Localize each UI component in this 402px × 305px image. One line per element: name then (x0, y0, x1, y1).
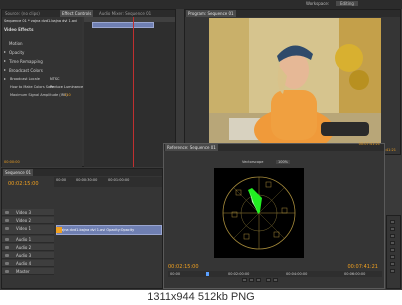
tab-reference[interactable]: Reference: Sequence 01 (165, 144, 218, 151)
reference-timecode-top: 00:07:41:21 (358, 142, 380, 146)
premiere-window: Workspace: Editing Source: (no clips) Ef… (0, 0, 402, 290)
speaker-icon[interactable] (5, 238, 9, 241)
effect-row-opacity[interactable]: Opacity (4, 50, 80, 62)
track-audio-4[interactable]: Audio 4 (2, 260, 54, 267)
pen-tool-icon[interactable] (390, 255, 395, 259)
playhead-line[interactable] (133, 17, 134, 167)
workspace-bar: Workspace: Editing (0, 0, 402, 9)
clip-thumbnail (56, 227, 62, 233)
tab-source[interactable]: Source: (no clips) (3, 10, 42, 17)
track-audio-3[interactable]: Audio 3 (2, 252, 54, 259)
clip-name: Sequence 01 * vajna dvd1.bajna dvl 1.avi (4, 19, 78, 23)
effect-row-motion[interactable]: Motion (4, 41, 80, 53)
eye-icon[interactable] (5, 227, 9, 230)
tools-panel (386, 215, 401, 289)
slip-tool-icon[interactable] (390, 248, 395, 252)
make-safe-value[interactable]: Reduce Luminance (50, 85, 83, 89)
reference-timecode-left: 00:02:15:00 (168, 264, 199, 270)
video-frame-image (209, 18, 381, 146)
effect-keyframe-area[interactable] (84, 17, 175, 167)
track-audio-1[interactable]: Audio 1 (2, 236, 54, 243)
speaker-icon[interactable] (5, 270, 9, 273)
safe-margins-button[interactable] (273, 278, 278, 282)
scope-mode-label[interactable]: Vectorscope (242, 160, 263, 164)
program-monitor-panel: Program: Sequence 01 00:07:41:21 (184, 9, 401, 155)
effect-controls-panel: Source: (no clips) Effect Controls Audio… (1, 9, 176, 167)
step-forward-button[interactable] (256, 278, 261, 282)
ripple-edit-tool-icon[interactable] (390, 234, 395, 238)
track-select-tool-icon[interactable] (390, 227, 395, 231)
speaker-icon[interactable] (5, 246, 9, 249)
effect-row-time-remapping[interactable]: Time Remapping (4, 59, 80, 71)
timeline-tabs: Sequence 01 (2, 169, 162, 176)
param-max-signal[interactable]: Maximum Signal Amplitude (IRE) 110 (4, 93, 80, 99)
track-audio-2[interactable]: Audio 2 (2, 244, 54, 251)
timeline-timecode[interactable]: 00:02:15:00 (8, 181, 39, 187)
reference-timecode-right: 00:07:41:21 (347, 264, 378, 270)
transport-controls (242, 278, 302, 286)
max-signal-value[interactable]: 110 (64, 93, 71, 97)
effect-controls-timecode: 00:00:00 (4, 160, 20, 164)
effects-list: Sequence 01 * vajna dvd1.bajna dvl 1.avi… (2, 17, 83, 167)
workspace-select[interactable]: Editing (336, 1, 358, 6)
reference-ruler[interactable]: 00:00 00:02:00:00 00:04:00:00 00:06:00:0… (168, 271, 382, 277)
video-effects-header: Video Effects (4, 27, 34, 32)
program-tabs: Program: Sequence 01 (185, 10, 400, 17)
razor-tool-icon[interactable] (390, 241, 395, 245)
vectorscope-display (214, 168, 304, 258)
eye-icon[interactable] (5, 211, 9, 214)
video-clip[interactable]: vajna dvd1.bajna dvl 1.avi Opacity:Opaci… (56, 225, 162, 235)
step-back-button[interactable] (242, 278, 247, 282)
speaker-icon[interactable] (5, 254, 9, 257)
vectorscope-graticule (222, 176, 296, 250)
play-button[interactable] (249, 278, 254, 282)
param-how-to-make-safe[interactable]: How to Make Colors Safe Reduce Luminance (4, 85, 83, 91)
reference-monitor-panel: Reference: Sequence 01 Vectorscope 100% … (163, 142, 385, 289)
tab-audio-mixer[interactable]: Audio Mixer: Sequence 01 (97, 10, 153, 17)
zoom-tool-icon[interactable] (390, 269, 395, 273)
reference-tabs: Reference: Sequence 01 (164, 144, 384, 151)
effect-clip-bar (92, 22, 154, 28)
param-broadcast-locale[interactable]: Broadcast Locale NTSC (4, 77, 80, 83)
broadcast-locale-value[interactable]: NTSC (50, 77, 59, 81)
track-master[interactable]: Master (2, 268, 54, 275)
loop-button[interactable] (266, 278, 271, 282)
selection-tool-icon[interactable] (390, 220, 395, 224)
speaker-icon[interactable] (5, 262, 9, 265)
timeline-panel: Sequence 01 00:02:15:00 00:00 00:00:30:0… (1, 168, 163, 289)
track-video-3[interactable]: Video 3 (2, 209, 54, 216)
track-video-2[interactable]: Video 2 (2, 217, 54, 224)
playhead-icon[interactable] (206, 272, 209, 276)
timeline-ruler[interactable]: 00:00 00:00:30:00 00:01:00:00 (54, 177, 162, 187)
eye-icon[interactable] (5, 219, 9, 222)
track-video-1[interactable]: Video 1 (2, 225, 54, 235)
image-caption: 1311x944 512kb PNG (147, 291, 255, 303)
program-video-frame (209, 18, 381, 146)
effect-row-broadcast-colors[interactable]: Broadcast Colors (4, 68, 80, 80)
effect-controls-tabs: Source: (no clips) Effect Controls Audio… (2, 10, 175, 17)
zoom-select[interactable]: 100% (276, 160, 291, 164)
tab-effect-controls[interactable]: Effect Controls (60, 10, 94, 17)
workspace-label: Workspace: (306, 1, 330, 6)
hand-tool-icon[interactable] (390, 262, 395, 266)
tab-program[interactable]: Program: Sequence 01 (186, 10, 236, 17)
tab-sequence[interactable]: Sequence 01 (3, 169, 34, 176)
